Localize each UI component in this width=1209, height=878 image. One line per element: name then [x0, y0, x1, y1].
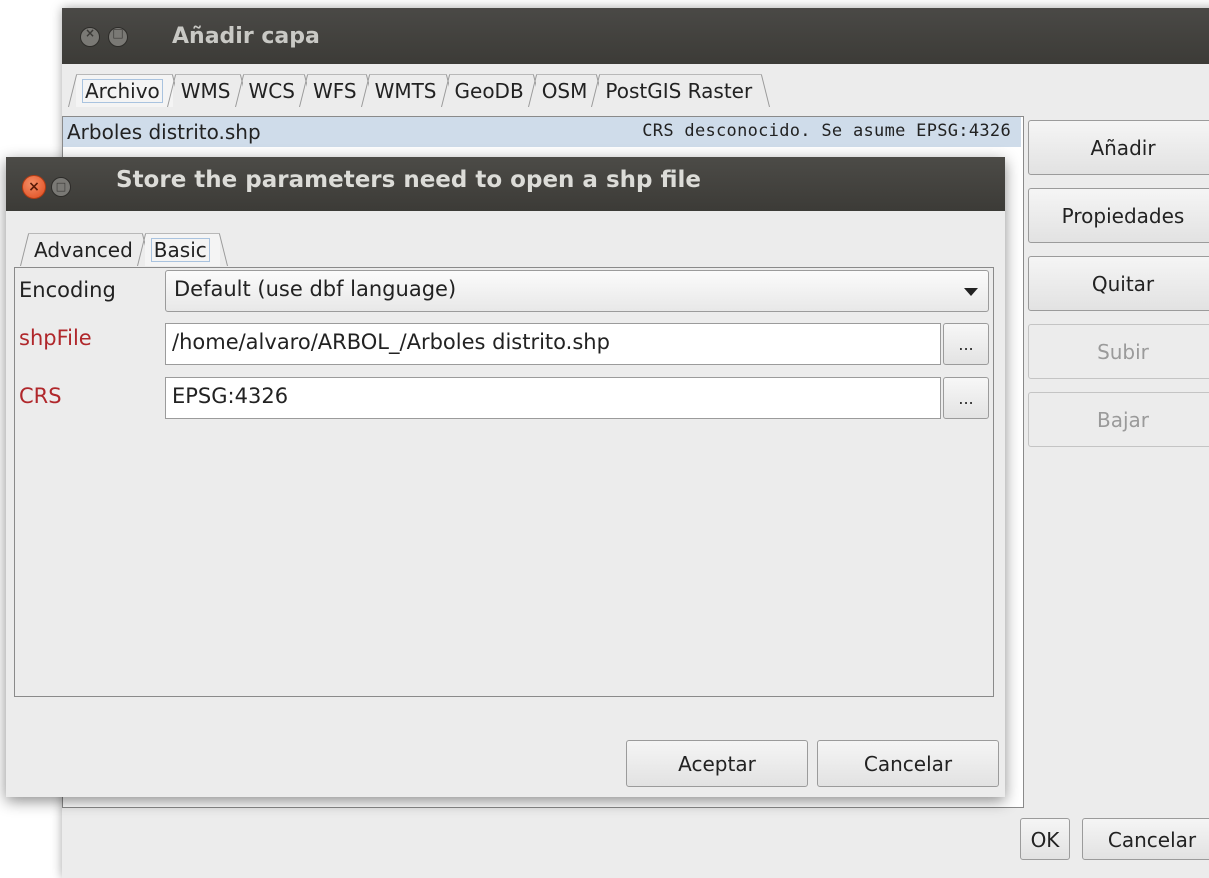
remove-button[interactable]: Quitar — [1028, 256, 1209, 311]
ok-button[interactable]: OK — [1020, 818, 1070, 860]
window-title: Añadir capa — [172, 24, 320, 49]
tab-archivo[interactable]: Archivo — [76, 74, 173, 107]
crs-note: CRS desconocido. Se asume EPSG:4326 — [642, 121, 1011, 141]
tab-wfs[interactable]: WFS — [306, 74, 367, 107]
cancel-button[interactable]: Cancelar — [1082, 818, 1209, 860]
tab-advanced[interactable]: Advanced — [28, 233, 143, 266]
dialog-tabs: Advanced Basic — [28, 233, 222, 266]
maximize-icon[interactable]: □ — [51, 177, 71, 197]
accept-button[interactable]: Aceptar — [626, 740, 808, 787]
chevron-down-icon — [964, 288, 978, 296]
tab-wmts[interactable]: WMTS — [368, 74, 447, 107]
encoding-value: Default (use dbf language) — [174, 277, 457, 301]
shp-parameters-dialog: × □ Store the parameters need to open a … — [6, 157, 1005, 797]
add-layer-tabs: Archivo WMS WCS WFS WMTS GeoDB OSM PostG… — [76, 74, 764, 107]
crs-value: EPSG:4326 — [172, 384, 289, 408]
tab-postgis-raster[interactable]: PostGIS Raster — [599, 74, 763, 107]
encoding-label: Encoding — [19, 278, 116, 302]
add-layer-titlebar: × □ Añadir capa — [62, 8, 1209, 64]
basic-panel: Encoding Default (use dbf language) shpF… — [14, 267, 994, 697]
move-up-button[interactable]: Subir — [1028, 324, 1209, 379]
tab-basic[interactable]: Basic — [144, 233, 220, 266]
tab-wms[interactable]: WMS — [174, 74, 241, 107]
crs-browse-button[interactable]: ... — [943, 377, 989, 419]
move-down-button[interactable]: Bajar — [1028, 392, 1209, 447]
shpfile-label: shpFile — [19, 326, 92, 350]
add-button[interactable]: Añadir — [1028, 120, 1209, 175]
close-icon[interactable]: × — [22, 175, 46, 199]
crs-input[interactable]: EPSG:4326 — [165, 377, 941, 419]
dialog-cancel-button[interactable]: Cancelar — [817, 740, 999, 787]
shpfile-input[interactable]: /home/alvaro/ARBOL_/Arboles distrito.shp — [165, 323, 941, 365]
properties-button[interactable]: Propiedades — [1028, 188, 1209, 243]
shpfile-browse-button[interactable]: ... — [943, 323, 989, 365]
crs-label: CRS — [19, 384, 62, 408]
maximize-icon[interactable]: □ — [108, 26, 128, 47]
tab-geodb[interactable]: GeoDB — [448, 74, 534, 107]
close-icon[interactable]: × — [80, 26, 100, 47]
dialog-title: Store the parameters need to open a shp … — [116, 167, 702, 193]
tab-wcs[interactable]: WCS — [242, 74, 305, 107]
file-name: Arboles distrito.shp — [67, 120, 261, 144]
encoding-select[interactable]: Default (use dbf language) — [165, 270, 989, 312]
tab-osm[interactable]: OSM — [535, 74, 598, 107]
shpfile-value: /home/alvaro/ARBOL_/Arboles distrito.shp — [172, 330, 610, 354]
dialog-titlebar: × □ Store the parameters need to open a … — [6, 157, 1005, 211]
list-item[interactable]: Arboles distrito.shp CRS desconocido. Se… — [63, 117, 1021, 147]
